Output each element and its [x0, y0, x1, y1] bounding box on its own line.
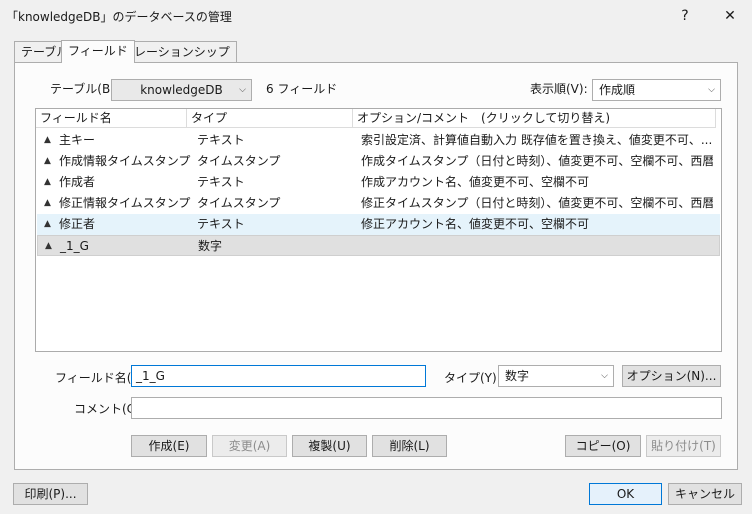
delete-button[interactable]: 削除(L) — [372, 435, 447, 457]
field-type: 数字 — [198, 239, 223, 253]
create-button[interactable]: 作成(E) — [131, 435, 207, 457]
field-row[interactable]: ▲ 作成者 テキスト 作成アカウント名、値変更不可、空欄不可 — [37, 172, 720, 193]
field-options[interactable]: 修正タイムスタンプ（日付と時刻）、値変更不可、空欄不可、西暦... — [361, 193, 713, 214]
column-header-name[interactable]: フィールド名 — [36, 109, 187, 128]
copy-button[interactable]: コピー(O) — [565, 435, 641, 457]
duplicate-button[interactable]: 複製(U) — [292, 435, 367, 457]
drag-handle-icon[interactable]: ▲ — [44, 193, 51, 214]
help-button[interactable]: ? — [671, 4, 699, 28]
field-row-selected[interactable]: ▲ _1_G 数字 — [37, 235, 720, 256]
order-select[interactable]: 作成順 ⌵ — [592, 79, 721, 101]
drag-handle-icon[interactable]: ▲ — [44, 172, 51, 193]
drag-handle-icon[interactable]: ▲ — [45, 236, 52, 257]
window-title: 「knowledgeDB」のデータベースの管理 — [6, 10, 232, 24]
paste-button[interactable]: 貼り付け(T) — [646, 435, 721, 457]
field-name: _1_G — [60, 239, 89, 253]
field-name: 主キー — [59, 133, 96, 147]
ok-button[interactable]: OK — [589, 483, 662, 505]
field-type: テキスト — [197, 133, 245, 147]
chevron-down-icon: ⌵ — [708, 85, 715, 95]
drag-handle-icon[interactable]: ▲ — [44, 214, 51, 235]
column-header-options[interactable]: オプション/コメント (クリックして切り替え) — [353, 109, 716, 128]
change-button[interactable]: 変更(A) — [212, 435, 287, 457]
field-name-input[interactable]: _1_G — [131, 365, 426, 387]
table-label: テーブル(B): — [50, 82, 119, 96]
cancel-button[interactable]: キャンセル — [668, 483, 742, 505]
chevron-down-icon: ⌵ — [239, 85, 246, 95]
column-header-type[interactable]: タイプ — [187, 109, 353, 128]
field-row[interactable]: ▲ 修正情報タイムスタンプ タイムスタンプ 修正タイムスタンプ（日付と時刻）、値… — [37, 193, 720, 214]
field-type: テキスト — [197, 175, 245, 189]
drag-handle-icon[interactable]: ▲ — [44, 130, 51, 151]
field-options[interactable]: 作成タイムスタンプ（日付と時刻）、値変更不可、空欄不可、西暦... — [361, 151, 713, 172]
field-type: タイムスタンプ — [197, 196, 281, 210]
order-select-value: 作成順 — [599, 83, 636, 97]
type-select[interactable]: 数字 ⌵ — [498, 365, 614, 387]
field-options[interactable]: 作成アカウント名、値変更不可、空欄不可 — [361, 172, 713, 193]
type-select-value: 数字 — [505, 369, 530, 383]
field-name: 作成者 — [59, 175, 96, 189]
drag-handle-icon[interactable]: ▲ — [44, 151, 51, 172]
tab-fields[interactable]: フィールド — [61, 40, 135, 63]
options-button[interactable]: オプション(N)... — [622, 365, 721, 387]
field-name: 修正者 — [59, 217, 96, 231]
field-name: 作成情報タイムスタンプ — [59, 154, 191, 168]
field-options[interactable]: 索引設定済、計算値自動入力 既存値を置き換え、値変更不可、... — [361, 130, 713, 151]
field-row[interactable]: ▲ 修正者 テキスト 修正アカウント名、値変更不可、空欄不可 — [37, 214, 720, 235]
type-label: タイプ(Y): — [444, 371, 501, 385]
close-button[interactable]: ✕ — [716, 4, 744, 28]
field-row[interactable]: ▲ 主キー テキスト 索引設定済、計算値自動入力 既存値を置き換え、値変更不可、… — [37, 130, 720, 151]
table-select-value: knowledgeDB — [140, 83, 223, 97]
field-options[interactable]: 修正アカウント名、値変更不可、空欄不可 — [361, 214, 713, 235]
field-name: 修正情報タイムスタンプ — [59, 196, 191, 210]
order-label: 表示順(V): — [530, 82, 588, 96]
chevron-down-icon: ⌵ — [601, 371, 608, 381]
table-select[interactable]: knowledgeDB ⌵ — [111, 79, 252, 101]
print-button[interactable]: 印刷(P)... — [13, 483, 88, 505]
field-type: タイムスタンプ — [197, 154, 281, 168]
field-count: 6 フィールド — [266, 82, 338, 96]
field-list[interactable]: フィールド名 タイプ オプション/コメント (クリックして切り替え) ▲ 主キー… — [35, 108, 722, 352]
field-type: テキスト — [197, 217, 245, 231]
comment-input[interactable] — [131, 397, 722, 419]
field-row[interactable]: ▲ 作成情報タイムスタンプ タイムスタンプ 作成タイムスタンプ（日付と時刻）、値… — [37, 151, 720, 172]
